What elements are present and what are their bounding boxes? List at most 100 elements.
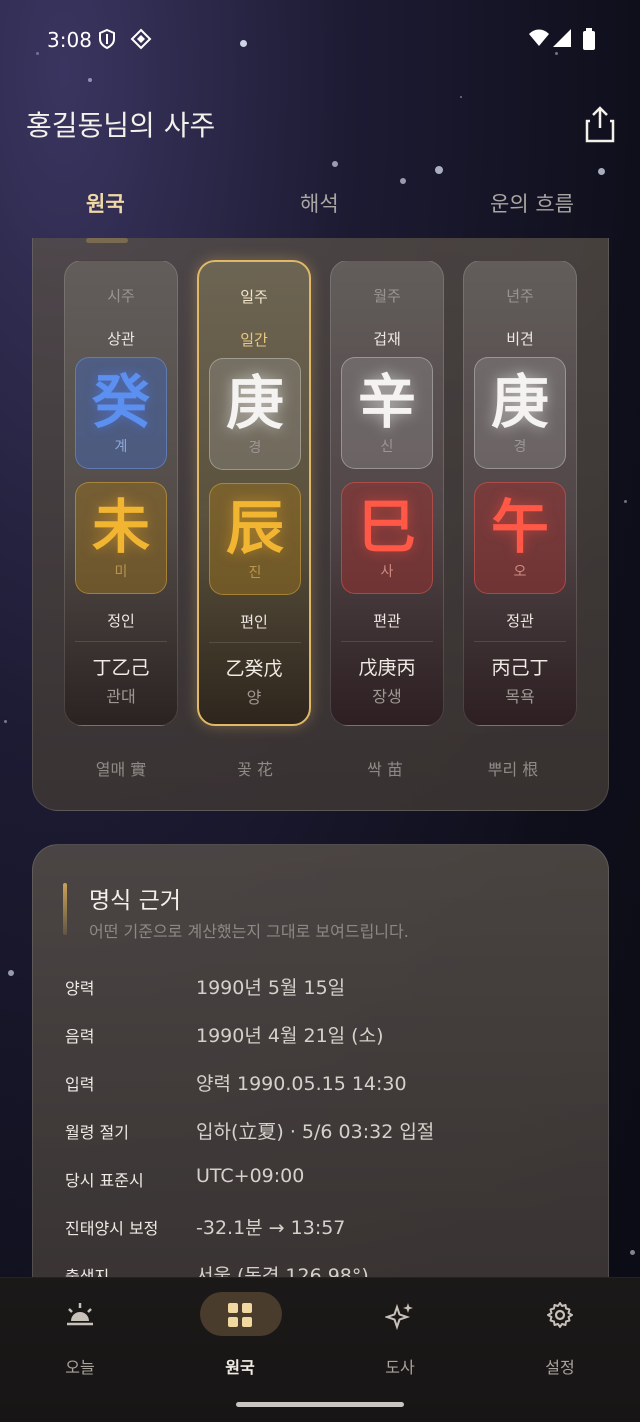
share-button[interactable]	[582, 104, 618, 144]
accent-bar	[63, 883, 67, 935]
divider	[474, 641, 566, 642]
earthly-branch[interactable]: 午 오	[474, 482, 566, 594]
branch-ten-god: 편인	[240, 613, 268, 631]
nav-dosa[interactable]: 도사	[340, 1292, 460, 1382]
nav-wonguk[interactable]: 원국	[180, 1292, 300, 1382]
stem-ten-god: 비견	[506, 330, 534, 348]
earthly-branch[interactable]: 巳 사	[341, 482, 433, 594]
pillar-hour[interactable]: 시주 상관 癸 계 未 미 정인 丁乙己 관대	[64, 260, 178, 726]
row-value: 1990년 5월 15일	[196, 977, 346, 999]
heavenly-stem[interactable]: 庚 경	[209, 358, 301, 470]
app-header: 홍길동님의 사주	[0, 100, 640, 150]
nav-settings[interactable]: 설정	[500, 1292, 620, 1382]
branch-reading: 사	[380, 564, 394, 580]
nav-label: 원국	[225, 1358, 255, 1377]
divider	[341, 641, 433, 642]
section-title: 명식 근거	[89, 888, 181, 914]
stem-reading: 신	[380, 439, 394, 455]
pillar-footer-label: 뿌리 根	[487, 760, 539, 779]
life-stage: 목욕	[505, 687, 535, 706]
nav-label: 도사	[385, 1358, 415, 1377]
sunrise-icon	[67, 1303, 93, 1326]
signal-icon	[552, 28, 572, 53]
home-indicator[interactable]	[236, 1402, 404, 1407]
stem-ten-god: 상관	[107, 330, 135, 348]
branch-char: 巳	[357, 493, 416, 561]
branch-char: 未	[91, 493, 150, 561]
basis-row: 당시 표준시 UTC+09:00	[65, 1165, 585, 1197]
hidden-stems: 丙己丁	[491, 657, 549, 679]
bottom-navigation: 오늘 원국 도사 설정	[0, 1277, 640, 1422]
row-value: 1990년 4월 21일 (소)	[196, 1025, 384, 1047]
row-label: 당시 표준시	[65, 1171, 144, 1190]
branch-reading: 오	[513, 564, 527, 580]
page-title: 홍길동님의 사주	[26, 109, 216, 142]
life-stage: 관대	[106, 687, 136, 706]
battery-icon	[583, 28, 595, 55]
stem-ten-god: 겁재	[373, 330, 401, 348]
pillar-footer-label: 열매 實	[95, 760, 147, 779]
pillar-name: 시주	[107, 287, 135, 305]
branch-ten-god: 정관	[506, 612, 534, 630]
grid-icon	[228, 1303, 252, 1327]
branch-ten-god: 정인	[107, 612, 135, 630]
branch-ten-god: 편관	[373, 612, 401, 630]
basis-row: 월령 절기 입하(立夏) · 5/6 03:32 입절	[65, 1119, 585, 1149]
divider	[75, 641, 167, 642]
stem-reading: 경	[513, 439, 527, 455]
basis-row: 음력 1990년 4월 21일 (소)	[65, 1023, 585, 1053]
pillar-footer-label: 꽃 花	[237, 760, 273, 779]
tab-bar: 원국 해석 운의 흐름	[0, 180, 640, 244]
tab-wonguk[interactable]: 원국	[86, 188, 125, 218]
pillar-name: 일주	[240, 288, 268, 306]
row-value: UTC+09:00	[196, 1165, 305, 1187]
pillar-footer-label: 싹 苗	[367, 760, 403, 779]
stem-char: 庚	[490, 368, 549, 436]
basis-row: 입력 양력 1990.05.15 14:30	[65, 1071, 585, 1101]
branch-reading: 미	[114, 564, 128, 580]
stem-reading: 경	[248, 440, 262, 456]
stem-char: 辛	[357, 368, 416, 436]
pillar-name: 월주	[373, 287, 401, 305]
stem-reading: 계	[114, 439, 128, 455]
basis-row: 진태양시 보정 -32.1분 → 13:57	[65, 1215, 585, 1245]
hidden-stems: 乙癸戊	[225, 658, 283, 680]
earthly-branch[interactable]: 未 미	[75, 482, 167, 594]
tab-fortune-flow[interactable]: 운의 흐름	[490, 188, 574, 218]
pillar-day[interactable]: 일주 일간 庚 경 辰 진 편인 乙癸戊 양	[197, 260, 311, 726]
gear-icon	[547, 1302, 573, 1328]
hidden-stems: 丁乙己	[92, 657, 150, 679]
nav-label: 설정	[545, 1358, 575, 1377]
status-bar: 3:08	[0, 0, 640, 84]
branch-char: 辰	[225, 494, 284, 562]
row-value: 입하(立夏) · 5/6 03:32 입절	[196, 1121, 435, 1143]
heavenly-stem[interactable]: 庚 경	[474, 357, 566, 469]
row-label: 월령 절기	[65, 1123, 129, 1142]
row-label: 음력	[65, 1027, 95, 1046]
row-value: -32.1분 → 13:57	[196, 1217, 346, 1239]
section-subtitle: 어떤 기준으로 계산했는지 그대로 보여드립니다.	[89, 922, 409, 941]
status-time: 3:08	[47, 28, 92, 52]
four-pillars-card: 시주 상관 癸 계 未 미 정인 丁乙己 관대 일주 일간 庚 경 辰 진 편인…	[32, 238, 609, 811]
pillar-month[interactable]: 월주 겁재 辛 신 巳 사 편관 戊庚丙 장생	[330, 260, 444, 726]
wifi-icon	[528, 28, 550, 53]
life-stage: 장생	[372, 687, 402, 706]
pillar-year[interactable]: 년주 비견 庚 경 午 오 정관 丙己丁 목욕	[463, 260, 577, 726]
row-value: 양력 1990.05.15 14:30	[196, 1073, 407, 1095]
nav-label: 오늘	[65, 1358, 95, 1377]
row-label: 양력	[65, 979, 95, 998]
hidden-stems: 戊庚丙	[358, 657, 416, 679]
nav-today[interactable]: 오늘	[20, 1292, 140, 1382]
tab-interpretation[interactable]: 해석	[300, 188, 339, 218]
pillar-name: 년주	[506, 287, 534, 305]
stem-ten-god: 일간	[240, 331, 268, 349]
life-stage: 양	[246, 688, 262, 707]
stem-char: 庚	[225, 369, 284, 437]
stem-char: 癸	[91, 368, 150, 436]
vpn-icon	[130, 28, 152, 55]
heavenly-stem[interactable]: 辛 신	[341, 357, 433, 469]
earthly-branch[interactable]: 辰 진	[209, 483, 301, 595]
sparkles-icon	[385, 1303, 413, 1331]
heavenly-stem[interactable]: 癸 계	[75, 357, 167, 469]
row-label: 진태양시 보정	[65, 1219, 159, 1238]
